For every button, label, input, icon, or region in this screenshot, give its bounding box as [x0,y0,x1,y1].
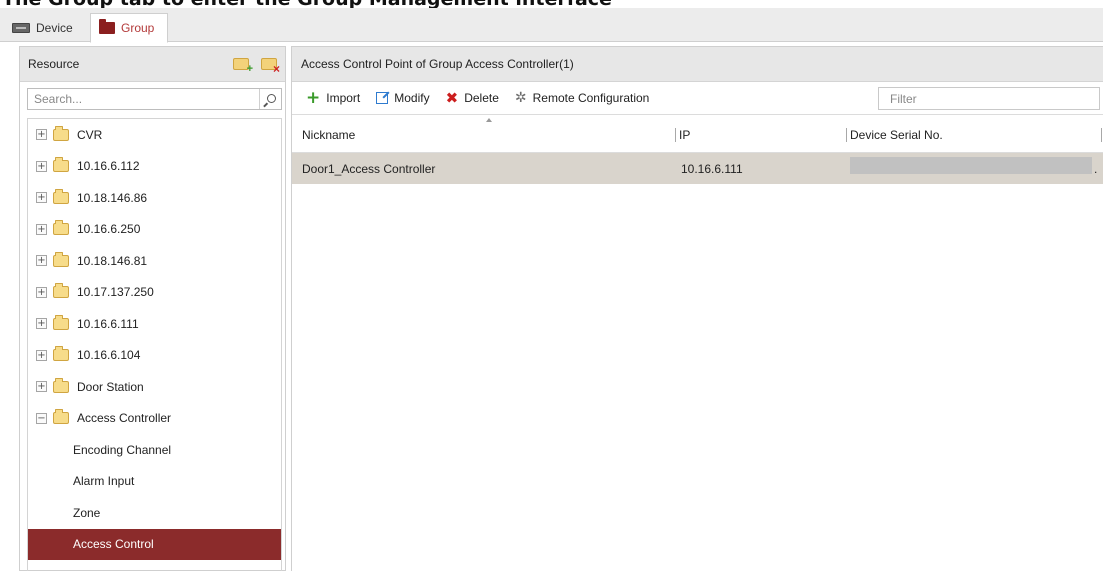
column-divider[interactable] [675,128,676,142]
expand-icon[interactable]: + [36,192,47,204]
tree-child-label: Zone [73,505,101,520]
column-divider[interactable] [846,128,847,142]
expand-icon[interactable]: + [36,381,47,393]
tree-child-alarm-input[interactable]: Alarm Input [28,466,281,498]
tree-node-door-station[interactable]: + Door Station [28,371,281,403]
filter-field [878,87,1100,110]
device-icon [12,23,30,33]
column-divider[interactable] [1101,128,1102,142]
tree-node-label: 10.18.146.81 [77,253,148,268]
collapse-icon[interactable]: − [36,412,47,424]
tab-device[interactable]: Device [4,13,90,43]
folder-icon [53,220,69,236]
folder-icon [53,314,69,330]
folder-icon [99,19,115,34]
folder-icon [53,346,69,362]
search-button[interactable] [259,89,281,109]
resource-tree: + CVR + 10.16.6.112 + 10.18.146.86 + 10.… [27,118,282,571]
tree-node-10-17-137-250[interactable]: + 10.17.137.250 [28,277,281,309]
tree-node-label: Access Controller [77,411,172,426]
tree-node-label: CVR [77,127,103,142]
tree-node-10-18-146-81[interactable]: + 10.18.146.81 [28,245,281,277]
column-serial[interactable]: Device Serial No. [850,128,943,142]
tree-node-label: 10.16.6.104 [77,348,141,363]
delete-group-icon[interactable] [261,58,280,76]
table-row[interactable]: Door1_Access Controller 10.16.6.111 . [292,153,1103,184]
expand-icon[interactable]: + [36,223,47,235]
delete-label: Delete [464,91,499,105]
expand-icon[interactable]: + [36,129,47,141]
tab-group[interactable]: Group [90,13,168,43]
expand-icon[interactable]: + [36,318,47,330]
folder-icon [53,283,69,299]
remote-configuration-label: Remote Configuration [532,91,650,105]
tab-device-label: Device [36,21,73,35]
tree-node-label: 10.18.146.86 [77,190,148,205]
tree-node-label: 10.16.6.111 [77,316,139,331]
filter-input[interactable] [879,88,1099,109]
import-button[interactable]: + Import [306,88,361,108]
table-header: Nickname IP Device Serial No. [292,115,1103,153]
cell-serial-tail: . [1094,162,1098,176]
folder-icon [53,188,69,204]
remote-configuration-button[interactable]: ✲ Remote Configuration [515,91,649,105]
tree-child-access-control[interactable]: Access Control [28,528,281,560]
delete-icon: ✖ [445,89,459,107]
redacted-serial [850,157,1092,174]
tree-child-label: Encoding Channel [73,442,172,457]
tree-node-label: 10.16.6.112 [77,159,140,174]
expand-icon[interactable]: + [36,160,47,172]
column-nickname[interactable]: Nickname [302,128,355,142]
search-input[interactable] [28,89,254,109]
tree-node-10-18-146-86[interactable]: + 10.18.146.86 [28,182,281,214]
folder-icon [53,409,69,425]
expand-icon[interactable]: + [36,349,47,361]
column-ip[interactable]: IP [679,128,690,142]
tree-node-label: 10.16.6.250 [77,222,141,237]
cell-ip: 10.16.6.111 [681,162,743,176]
folder-icon [53,157,69,173]
resource-header: Resource [20,47,285,82]
modify-label: Modify [394,91,430,105]
toolbar: + Import Modify ✖ Delete ✲ Remote Config… [292,82,1103,115]
expand-icon[interactable]: + [36,286,47,298]
tree-child-zone[interactable]: Zone [28,497,281,529]
import-label: Import [326,91,361,105]
resource-title: Resource [28,57,80,71]
search-icon [267,93,276,103]
tree-node-10-16-6-112[interactable]: + 10.16.6.112 [28,151,281,183]
sort-ascending-icon [486,118,492,122]
tab-bar: Device Group [0,8,1103,43]
plus-icon: + [306,88,321,108]
modify-button[interactable]: Modify [376,91,430,105]
main-panel: Access Control Point of Group Access Con… [291,46,1103,571]
tree-child-encoding-channel[interactable]: Encoding Channel [28,434,281,466]
folder-icon [53,377,69,393]
tree-node-access-controller[interactable]: − Access Controller [28,403,281,435]
folder-icon [53,251,69,267]
add-group-icon[interactable] [233,58,253,75]
tree-node-10-16-6-250[interactable]: + 10.16.6.250 [28,214,281,246]
delete-button[interactable]: ✖ Delete [445,89,499,107]
tree-child-label: Access Control [73,537,154,552]
tree-node-10-16-6-111[interactable]: + 10.16.6.111 [28,308,281,340]
tree-child-label: Alarm Input [73,474,135,489]
gear-icon: ✲ [514,90,527,106]
panel-title: Access Control Point of Group Access Con… [292,47,1103,82]
edit-icon [376,92,389,104]
tab-group-label: Group [121,21,155,35]
resource-search [27,88,282,110]
folder-icon [53,125,69,141]
tree-node-label: Door Station [77,379,144,394]
expand-icon[interactable]: + [36,255,47,267]
resource-panel: Resource + CVR + 10.16.6.112 + 10.18.146… [19,46,286,571]
tree-node-10-16-6-104[interactable]: + 10.16.6.104 [28,340,281,372]
cell-nickname: Door1_Access Controller [302,162,436,176]
tree-node-cvr[interactable]: + CVR [28,119,281,151]
tree-node-label: 10.17.137.250 [77,285,154,300]
